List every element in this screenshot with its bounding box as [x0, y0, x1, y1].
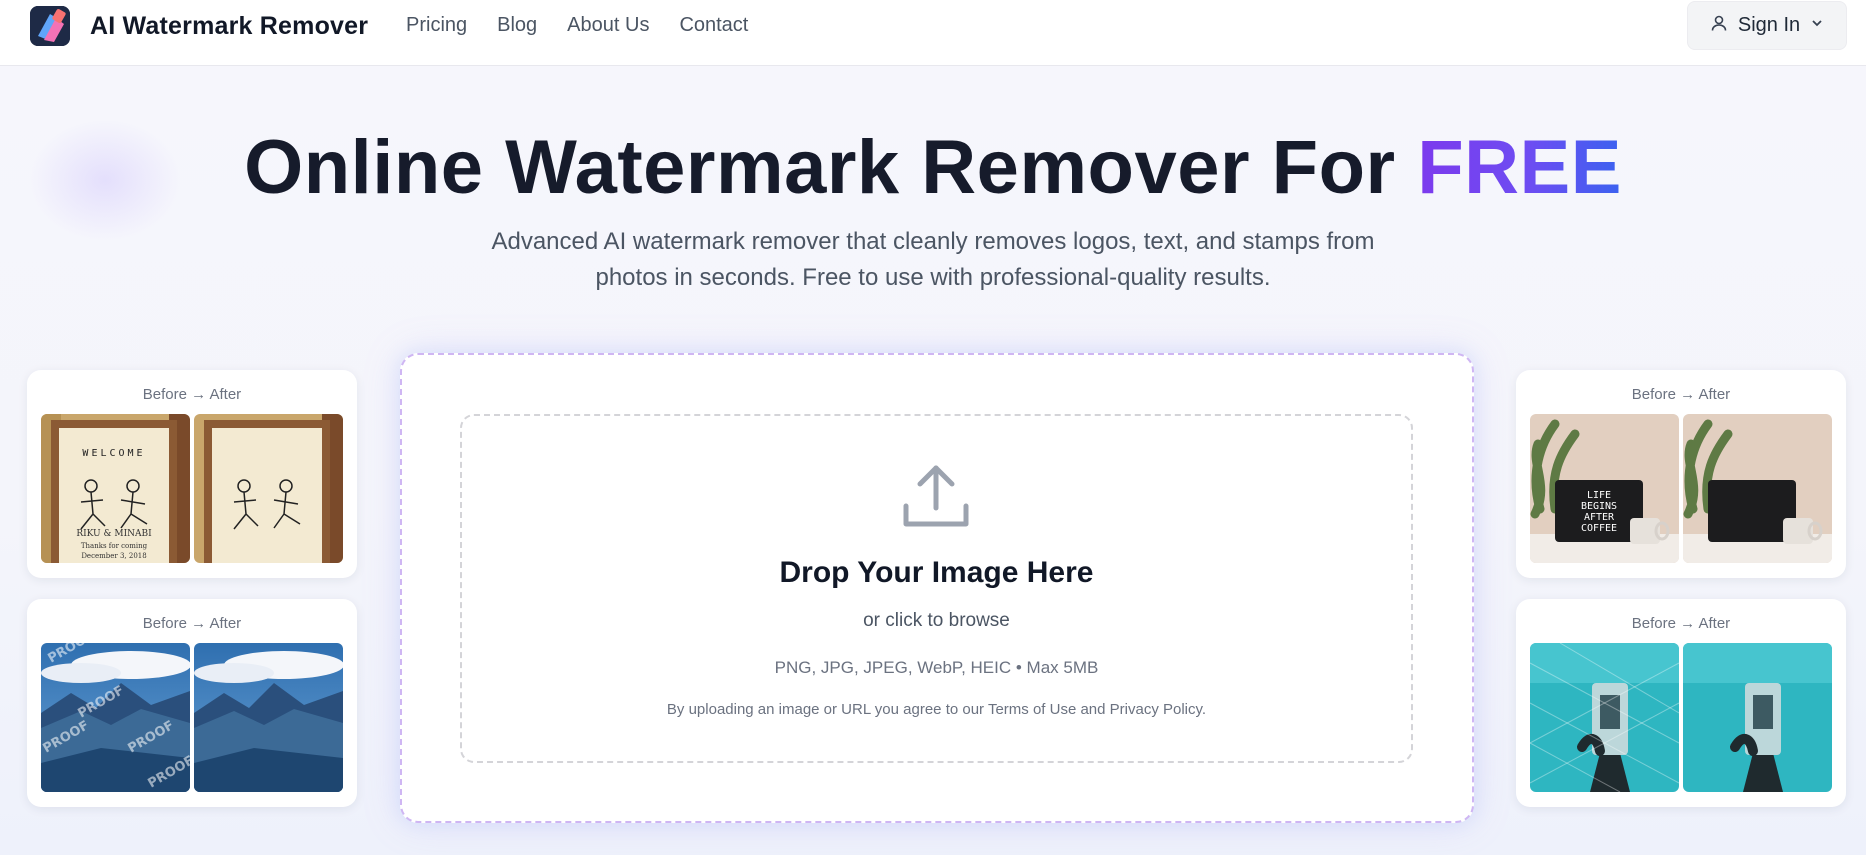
hero-subtitle-line: photos in seconds. Free to use with prof… — [595, 264, 1271, 291]
before-after-label: Before → After — [142, 386, 242, 403]
before-image: WELCOME RIKU & MINABI Thanks for coming … — [41, 414, 190, 563]
hero-subtitle-line: Advanced AI watermark remover that clean… — [491, 228, 1375, 255]
nav-link-about-us[interactable]: About Us — [567, 14, 649, 37]
after-image — [1683, 414, 1832, 563]
dropzone-formats: PNG, JPG, JPEG, WebP, HEIC • Max 5MB — [774, 658, 1099, 677]
before-after-label: Before → After — [1631, 615, 1731, 632]
before-image: LIFE BEGINS AFTER COFFEE — [1530, 414, 1679, 563]
dropzone-subtitle: or click to browse — [863, 610, 1010, 631]
hero-subtitle: Advanced AI watermark remover that clean… — [463, 224, 1403, 296]
example-card-mountains[interactable]: Before → After PROOF PROOF PROOF PROOF P… — [27, 599, 357, 807]
svg-text:LIFE: LIFE — [1587, 490, 1611, 501]
nav-link-blog[interactable]: Blog — [497, 14, 537, 37]
dropzone-terms: By uploading an image or URL you agree t… — [666, 701, 1207, 718]
hero-title: Online Watermark Remover For FREE — [0, 122, 1866, 214]
svg-text:December 3, 2018: December 3, 2018 — [81, 552, 146, 560]
user-icon — [1710, 14, 1728, 37]
svg-text:BEGINS: BEGINS — [1581, 501, 1617, 512]
before-image — [1530, 643, 1679, 792]
before-after-label: Before → After — [1631, 386, 1731, 403]
nav-links: Pricing Blog About Us Contact — [406, 14, 748, 37]
hero-title-main: Online Watermark Remover For — [244, 125, 1396, 210]
hero-title-accent: FREE — [1417, 125, 1622, 210]
svg-text:AFTER: AFTER — [1584, 512, 1615, 523]
sign-in-button[interactable]: Sign In — [1687, 1, 1847, 50]
before-after-label: Before → After — [142, 615, 242, 632]
after-image — [194, 643, 343, 792]
watermark-text: WELCOME — [82, 448, 145, 459]
upload-icon — [900, 460, 972, 537]
sign-in-label: Sign In — [1737, 14, 1801, 36]
nav-link-pricing[interactable]: Pricing — [406, 14, 467, 37]
logo-icon — [30, 6, 70, 46]
chevron-down-icon — [1810, 16, 1824, 35]
svg-text:COFFEE: COFFEE — [1581, 523, 1617, 534]
brand-name: AI Watermark Remover — [90, 11, 369, 40]
svg-text:RIKU & MINABI: RIKU & MINABI — [76, 529, 152, 539]
before-image: PROOF PROOF PROOF PROOF PROOF — [41, 643, 190, 792]
example-card-welcome[interactable]: Before → After WELCOME RIKU & MINABI Tha… — [27, 370, 357, 578]
after-image — [1683, 643, 1832, 792]
top-navbar: AI Watermark Remover Pricing Blog About … — [0, 0, 1866, 66]
example-card-letterboard[interactable]: Before → After LIFE BEGINS AFTER COFFEE — [1516, 370, 1846, 578]
dropzone-title: Drop Your Image Here — [779, 556, 1094, 589]
example-card-underwater[interactable]: Before → After — [1516, 599, 1846, 807]
nav-link-contact[interactable]: Contact — [679, 14, 748, 37]
after-image — [194, 414, 343, 563]
svg-text:Thanks for coming: Thanks for coming — [81, 542, 148, 550]
brand[interactable]: AI Watermark Remover — [30, 6, 368, 46]
